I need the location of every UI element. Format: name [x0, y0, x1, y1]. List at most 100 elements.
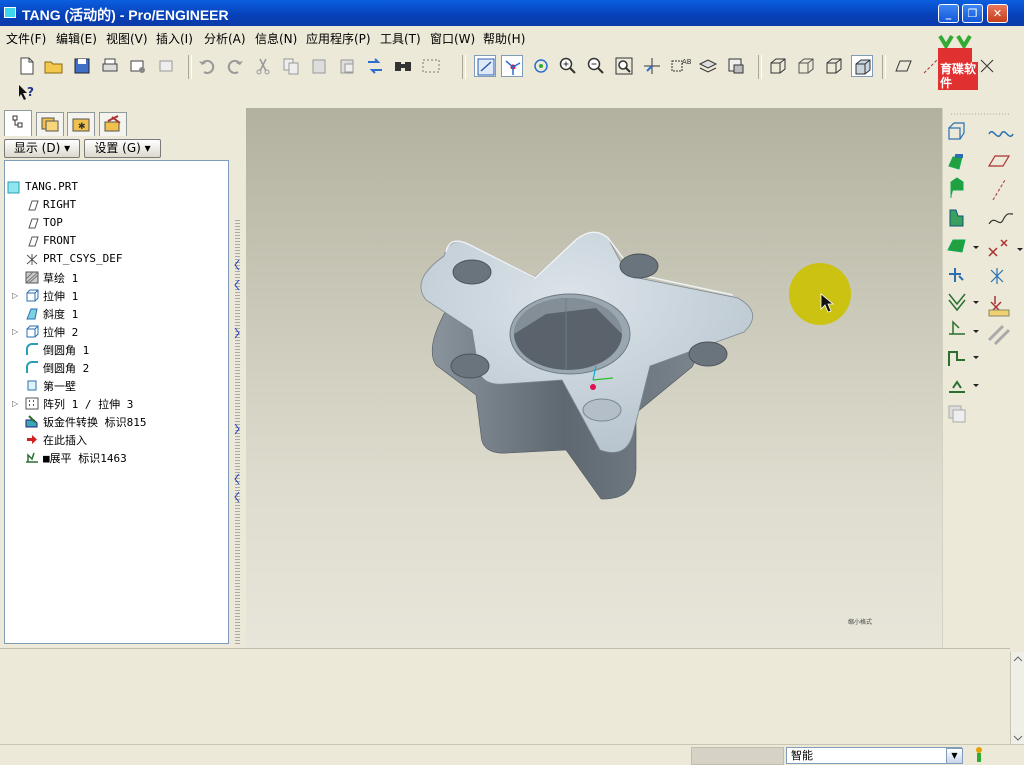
undo-icon[interactable]	[196, 55, 218, 77]
app-icon	[4, 7, 16, 18]
viewport-corner-label: 缩小格式	[848, 619, 873, 626]
svg-text:✱: ✱	[78, 122, 86, 132]
show-dropdown[interactable]: 显示 (D) ▾	[4, 139, 80, 158]
menu-window[interactable]: 窗口(W)	[430, 30, 475, 47]
insert-here-arrow-icon	[27, 435, 37, 444]
selection-filter-select[interactable]: 智能	[786, 747, 962, 764]
redo-icon[interactable]	[224, 55, 246, 77]
print-icon[interactable]	[99, 55, 121, 77]
csys-icon	[26, 254, 38, 265]
part-icon	[7, 181, 20, 194]
menu-info[interactable]: 信息(N)	[255, 30, 297, 47]
no-hidden-icon[interactable]	[823, 55, 845, 77]
model-hole-4	[688, 341, 728, 367]
extrude-icon	[26, 325, 39, 338]
expand-arrow-icon[interactable]: ▷	[12, 399, 18, 408]
model-view	[420, 231, 851, 500]
repaint-icon[interactable]	[474, 55, 496, 77]
refit-icon[interactable]	[613, 55, 635, 77]
new-file-icon[interactable]	[16, 55, 38, 77]
status-field	[691, 747, 784, 765]
graphics-window[interactable]: 缩小格式	[246, 108, 942, 648]
layers-icon[interactable]	[697, 55, 719, 77]
filter-dropdown-arrow-icon[interactable]: ▼	[946, 748, 963, 764]
menu-bar: 文件(F) 编辑(E) 视图(V) 插入(I) 分析(A) 信息(N) 应用程序…	[0, 27, 1024, 49]
open-folder-icon[interactable]	[43, 55, 65, 77]
window-title: TANG (活动的) - Pro/ENGINEER	[22, 7, 229, 23]
draft-icon	[26, 308, 38, 320]
model-hole-2	[619, 253, 659, 279]
expand-arrow-icon[interactable]: ▷	[12, 291, 18, 300]
context-help-icon[interactable]: ?	[16, 82, 38, 104]
cut-icon[interactable]	[252, 55, 274, 77]
tab-model-tree[interactable]	[4, 110, 32, 136]
saved-views-icon[interactable]: AB	[669, 55, 691, 77]
brand-logo: 育碟软件	[932, 34, 978, 90]
regenerate-icon[interactable]	[364, 55, 386, 77]
tab-folder-browser[interactable]	[36, 112, 64, 136]
menu-view[interactable]: 视图(V)	[106, 30, 148, 47]
tab-favorites[interactable]: ✱	[67, 112, 95, 136]
expand-arrow-icon[interactable]: ▷	[12, 327, 18, 336]
maximize-button[interactable]: ❐	[962, 4, 983, 23]
panel-splitter[interactable]	[232, 108, 246, 648]
model-hole-3	[450, 353, 490, 379]
shading-icon[interactable]	[851, 55, 873, 77]
zoom-out-icon[interactable]	[585, 55, 607, 77]
menu-tools[interactable]: 工具(T)	[380, 30, 421, 47]
model-hole-1	[452, 259, 492, 285]
paste-icon[interactable]	[308, 55, 330, 77]
pattern-icon	[25, 397, 39, 410]
round-icon	[26, 361, 38, 373]
sheetmetal-convert-icon	[25, 415, 38, 428]
menu-insert[interactable]: 插入(I)	[156, 30, 193, 47]
model-tree: TANG.PRT RIGHT TOP FRONT PRT_CSYS_DEF 草绘…	[4, 160, 229, 644]
title-bar: TANG (活动的) - Pro/ENGINEER _ ❐ ✕	[0, 0, 1024, 26]
send-mail-icon[interactable]	[127, 55, 149, 77]
flat-pattern-icon	[26, 452, 38, 463]
menu-applications[interactable]: 应用程序(P)	[306, 30, 371, 47]
datum-plane-icon	[28, 200, 39, 211]
hidden-line-icon[interactable]	[795, 55, 817, 77]
close-button[interactable]: ✕	[987, 4, 1008, 23]
copy-icon[interactable]	[280, 55, 302, 77]
round-icon	[26, 343, 38, 355]
zoom-in-icon[interactable]	[557, 55, 579, 77]
reorient-icon[interactable]	[641, 55, 663, 77]
tab-connections[interactable]	[99, 112, 127, 136]
feature-toolbar	[942, 108, 1024, 648]
datum-plane-icon	[28, 218, 39, 229]
view-manager-icon[interactable]	[725, 55, 747, 77]
save-icon[interactable]	[71, 55, 93, 77]
message-scrollbar[interactable]	[1010, 652, 1024, 744]
spin-center-icon[interactable]	[501, 55, 523, 77]
svg-text:?: ?	[27, 85, 34, 99]
selection-filter-value: 智能	[791, 749, 813, 762]
select-box-icon[interactable]	[420, 55, 442, 77]
feature-toolbar-icons	[947, 113, 1023, 423]
wireframe-icon[interactable]	[767, 55, 789, 77]
settings-dropdown[interactable]: 设置 (G) ▾	[84, 139, 161, 158]
extrude-icon	[26, 289, 39, 302]
status-light-icon	[976, 747, 982, 762]
datum-plane-icon	[28, 236, 39, 247]
attach-mail-icon[interactable]	[155, 55, 177, 77]
csys-display-icon[interactable]	[976, 55, 998, 77]
first-wall-icon	[27, 380, 37, 391]
find-icon[interactable]	[392, 55, 414, 77]
svg-text:AB: AB	[682, 58, 691, 66]
menu-analysis[interactable]: 分析(A)	[204, 30, 246, 47]
message-area	[0, 648, 1010, 745]
collapse-arrows-icon	[234, 260, 240, 503]
logo-text: 育碟软件	[938, 62, 978, 90]
orient-mode-icon[interactable]	[530, 55, 552, 77]
cursor-highlight	[789, 263, 851, 325]
paste-special-icon[interactable]	[336, 55, 358, 77]
menu-file[interactable]: 文件(F)	[6, 30, 46, 47]
sketch-icon	[25, 271, 39, 284]
minimize-button[interactable]: _	[938, 4, 959, 23]
menu-edit[interactable]: 编辑(E)	[56, 30, 97, 47]
datum-planes-display-icon[interactable]	[892, 55, 914, 77]
menu-help[interactable]: 帮助(H)	[483, 30, 525, 47]
model-hole-5	[582, 398, 622, 422]
